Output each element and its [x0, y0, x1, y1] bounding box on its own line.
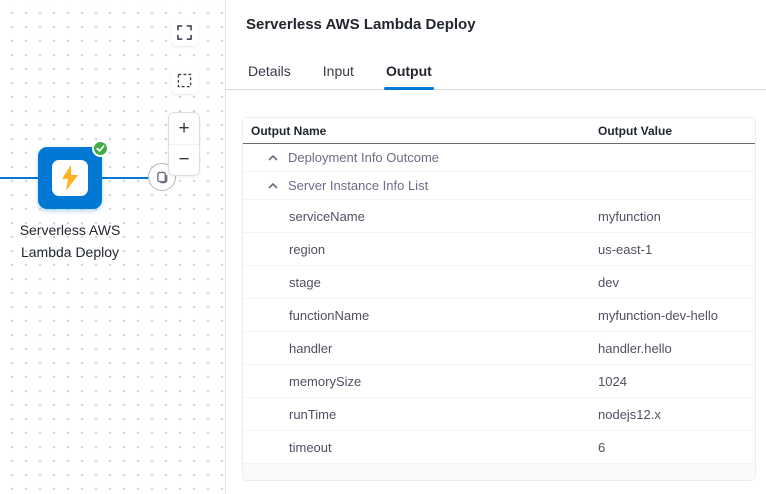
output-value: myfunction-dev-hello [598, 308, 718, 323]
output-row: memorySize1024 [243, 365, 755, 398]
success-check-icon [92, 140, 109, 157]
output-value: 1024 [598, 374, 627, 389]
output-row: stagedev [243, 266, 755, 299]
output-value-header: Output Value [598, 124, 672, 138]
canvas-marquee-select-button[interactable] [171, 67, 198, 94]
output-name: functionName [243, 308, 598, 323]
edge-incoming [0, 177, 38, 179]
pipeline-canvas[interactable]: Serverless AWS Lambda Deploy + − [0, 0, 226, 494]
output-value: dev [598, 275, 619, 290]
output-table: Output Name Output Value Deployment Info… [242, 117, 756, 481]
output-row: runTimenodejs12.x [243, 398, 755, 431]
chevron-up-icon[interactable] [267, 180, 279, 192]
output-value: handler.hello [598, 341, 672, 356]
output-group-row[interactable]: Deployment Info Outcome [243, 144, 755, 172]
zoom-controls: + − [168, 112, 200, 176]
canvas-fit-view-button[interactable] [171, 19, 198, 46]
edge-outgoing [102, 177, 149, 179]
lambda-icon [52, 160, 88, 196]
output-name-header: Output Name [243, 124, 598, 138]
output-group-row[interactable]: Server Instance Info List [243, 172, 755, 200]
output-row: serviceNamemyfunction [243, 200, 755, 233]
panel-title: Serverless AWS Lambda Deploy [226, 0, 766, 33]
output-table-footer [243, 464, 755, 480]
output-name: stage [243, 275, 598, 290]
output-value: us-east-1 [598, 242, 652, 257]
tab-input[interactable]: Input [321, 57, 356, 89]
output-value: 6 [598, 440, 605, 455]
panel-tabs: Details Input Output [226, 57, 766, 90]
output-name: handler [243, 341, 598, 356]
output-table-body: Deployment Info Outcome Server Instance I… [243, 144, 755, 464]
output-value: myfunction [598, 209, 661, 224]
expand-icon [177, 25, 192, 40]
step-node-label: Serverless AWS Lambda Deploy [8, 219, 132, 264]
output-row: regionus-east-1 [243, 233, 755, 266]
step-details-panel: Serverless AWS Lambda Deploy Details Inp… [226, 0, 766, 494]
tab-output[interactable]: Output [384, 57, 434, 89]
step-node-label-line2: Lambda Deploy [8, 241, 132, 263]
chevron-up-icon[interactable] [267, 152, 279, 164]
output-name: timeout [243, 440, 598, 455]
zoom-out-button[interactable]: − [169, 145, 199, 176]
step-group-icon [156, 171, 169, 184]
output-row: timeout6 [243, 431, 755, 464]
marquee-select-icon [177, 73, 192, 88]
zoom-in-icon: + [178, 119, 189, 138]
step-node-serverless-lambda-deploy[interactable] [38, 147, 102, 209]
output-name: runTime [243, 407, 598, 422]
tab-details[interactable]: Details [246, 57, 293, 89]
output-name: serviceName [243, 209, 598, 224]
output-group-label: Deployment Info Outcome [288, 150, 439, 165]
output-table-header: Output Name Output Value [243, 118, 755, 144]
zoom-in-button[interactable]: + [169, 113, 199, 145]
output-group-label: Server Instance Info List [288, 178, 428, 193]
zoom-out-icon: − [178, 150, 189, 169]
output-row: handlerhandler.hello [243, 332, 755, 365]
output-name: region [243, 242, 598, 257]
output-row: functionNamemyfunction-dev-hello [243, 299, 755, 332]
output-value: nodejs12.x [598, 407, 661, 422]
step-node-label-line1: Serverless AWS [8, 219, 132, 241]
output-name: memorySize [243, 374, 598, 389]
